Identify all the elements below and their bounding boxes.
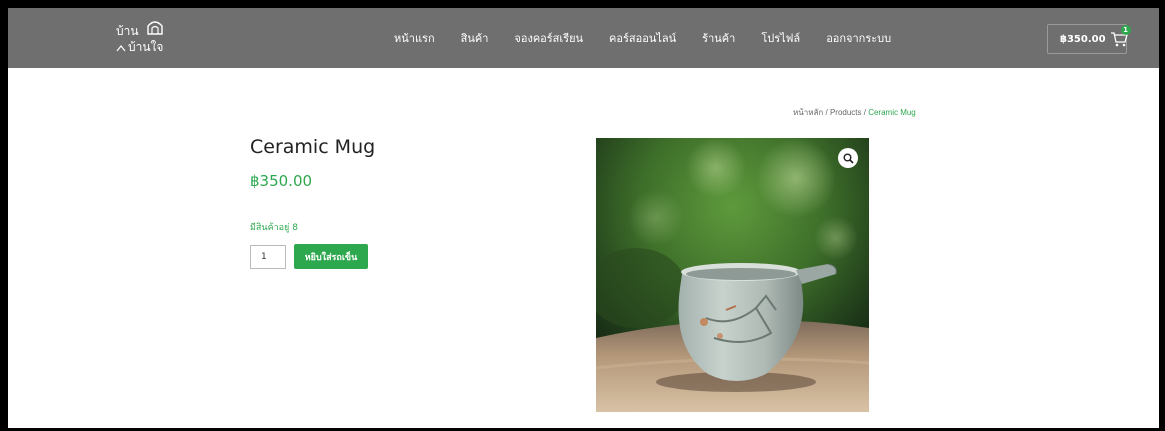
nav-profile[interactable]: โปรไฟล์ [761,29,800,47]
nav-online-course[interactable]: คอร์สออนไลน์ [609,29,676,47]
logo-text-bottom: บ้านใจ [128,40,164,54]
zoom-button[interactable] [838,148,858,168]
cart-count-badge: 1 [1120,25,1131,35]
nav-logout[interactable]: ออกจากระบบ [826,29,891,47]
cart-total: ฿350.00 [1060,33,1106,45]
magnifier-icon [843,153,854,164]
nav-products[interactable]: สินค้า [461,29,489,47]
nav-shop[interactable]: ร้านค้า [702,29,735,47]
breadcrumb-current: Ceramic Mug [868,108,916,117]
add-to-cart-button[interactable]: หยิบใส่รถเข็น [294,244,368,269]
breadcrumb-home[interactable]: หน้าหลัก [793,108,823,117]
quantity-input[interactable] [250,245,286,269]
site-header: บ้าน บ้านใจ หน้าแรก สินค้า จองคอร์สเรียน… [8,8,1159,68]
product-title: Ceramic Mug [250,136,376,158]
nav-home[interactable]: หน้าแรก [394,29,435,47]
shopping-cart-icon: 1 [1110,25,1131,47]
cart-button[interactable]: ฿350.00 1 [1047,24,1131,54]
product-price: ฿350.00 [250,172,313,190]
breadcrumb: หน้าหลัก / Products / Ceramic Mug [793,106,916,119]
roof-logo-icon [116,45,126,52]
nav-book-course[interactable]: จองคอร์สเรียน [514,29,583,47]
product-image[interactable] [596,138,869,412]
stock-status: มีสินค้าอยู่ 8 [250,223,298,233]
site-logo[interactable]: บ้าน บ้านใจ [116,18,176,60]
breadcrumb-products[interactable]: Products [830,108,862,117]
house-logo-icon [147,21,163,35]
main-nav: หน้าแรก สินค้า จองคอร์สเรียน คอร์สออนไลน… [394,8,917,68]
breadcrumb-separator: / [823,108,830,117]
logo-text-top: บ้าน [116,24,139,38]
page: บ้าน บ้านใจ หน้าแรก สินค้า จองคอร์สเรียน… [8,8,1159,428]
